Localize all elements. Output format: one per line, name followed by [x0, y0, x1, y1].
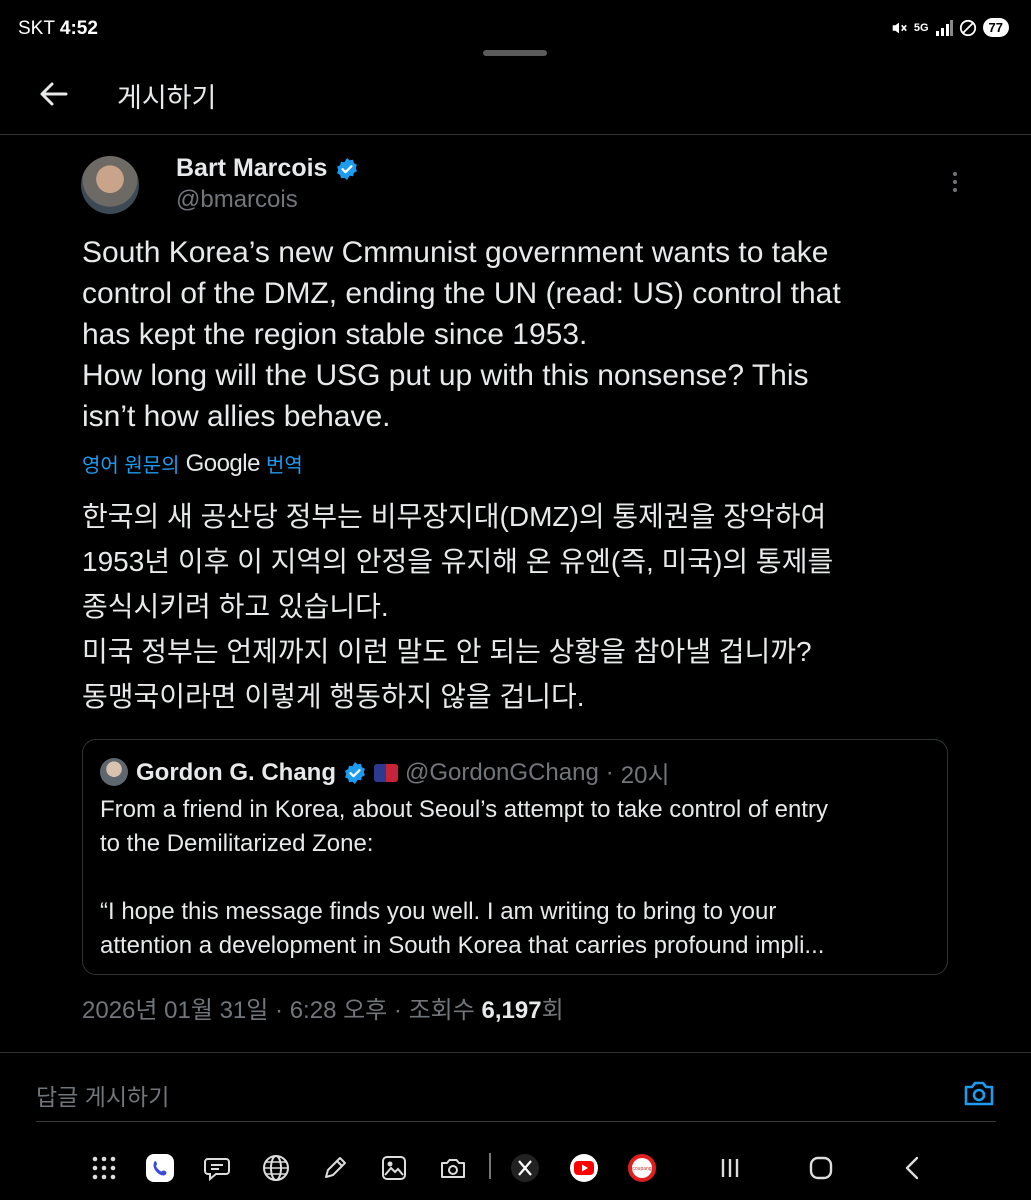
no-disturb-icon [959, 19, 976, 36]
drag-handle[interactable] [483, 50, 547, 56]
quote-text: From a friend in Korea, about Seoul’s at… [100, 793, 930, 963]
quote-text-line: “I hope this message finds you well. I a… [100, 898, 777, 925]
quote-author-avatar [100, 758, 128, 786]
divider [0, 1052, 1031, 1053]
signal-icon [935, 19, 953, 36]
messages-icon[interactable] [197, 1148, 237, 1188]
author-handle[interactable]: @bmarcois [176, 186, 298, 214]
apps-grid-icon[interactable] [84, 1148, 124, 1188]
verified-badge-icon [345, 761, 365, 784]
quote-text-line: attention a development in South Korea t… [100, 932, 825, 959]
quote-text-line [100, 861, 930, 895]
meta-separator: · [275, 997, 290, 1024]
taskbar: coupang [0, 1138, 1031, 1200]
top-app-bar: 게시하기 [0, 62, 1031, 135]
pen-icon[interactable] [315, 1148, 355, 1188]
translate-suffix: 번역 [265, 455, 303, 477]
reply-input[interactable]: 답글 게시하기 [36, 1078, 169, 1112]
quote-time: 20시 [620, 762, 670, 789]
meta-separator: · [393, 997, 409, 1024]
coupang-icon[interactable]: coupang [622, 1148, 662, 1188]
post-text-line: How long will the USG put up with this n… [82, 359, 809, 392]
author-avatar[interactable] [81, 156, 139, 214]
youtube-icon[interactable] [564, 1148, 604, 1188]
translate-prefix: 영어 원문의 [82, 455, 180, 477]
quote-header: Gordon G. Chang @GordonGChang · 20시 [136, 755, 670, 790]
views-suffix: 회 [541, 997, 564, 1024]
network-label: 5G [913, 21, 929, 34]
back-arrow-icon[interactable] [36, 76, 72, 112]
carrier-label: SKT [18, 18, 55, 39]
translation-attribution[interactable]: 영어 원문의 Google 번역 [82, 449, 303, 478]
more-options-icon[interactable] [946, 170, 964, 194]
author-name-row[interactable]: Bart Marcois [176, 154, 359, 183]
back-nav-icon[interactable] [893, 1148, 933, 1188]
post-text-translated: 한국의 새 공산당 정부는 비무장지대(DMZ)의 통제권을 장악하여 1953… [82, 494, 962, 719]
mute-icon [892, 22, 907, 33]
verified-badge-icon [337, 157, 358, 180]
affiliation-badge-icon [373, 763, 398, 782]
translated-line: 한국의 새 공산당 정부는 비무장지대(DMZ)의 통제권을 장악하여 [82, 501, 827, 532]
views-count: 6,197 [481, 997, 542, 1024]
post-text-line: South Korea’s new Cmmunist government wa… [82, 236, 829, 269]
page-title: 게시하기 [117, 83, 217, 113]
coupang-label: coupang [632, 1166, 651, 1172]
quote-separator-dot: · [605, 758, 614, 786]
author-name[interactable]: Bart Marcois [176, 154, 327, 183]
quote-author-name: Gordon G. Chang [136, 758, 336, 786]
quote-text-line: to the Demilitarized Zone: [100, 830, 374, 857]
post-meta: 2026년 01월 31일 · 6:28 오후 · 조회수 6,197회 [82, 990, 564, 1025]
browser-icon[interactable] [256, 1148, 296, 1188]
phone-icon[interactable] [140, 1148, 180, 1188]
taskbar-divider [489, 1153, 491, 1179]
recents-icon[interactable] [710, 1148, 750, 1188]
gallery-icon[interactable] [374, 1148, 414, 1188]
reply-underline [36, 1121, 996, 1122]
reply-camera-icon[interactable] [962, 1076, 996, 1110]
post-text-line: has kept the region stable since 1953. [82, 318, 588, 351]
clock-label: 4:52 [59, 18, 98, 39]
translated-line: 종식시키려 하고 있습니다. [82, 591, 389, 622]
google-logo: Google [185, 449, 261, 477]
quote-author-handle: @GordonGChang [404, 758, 599, 786]
post-clock: 6:28 오후 [289, 997, 388, 1024]
views-label: 조회수 [408, 997, 475, 1024]
camera-icon[interactable] [433, 1148, 473, 1188]
status-icons: 5G 77 [890, 18, 1009, 37]
home-icon[interactable] [801, 1148, 841, 1188]
battery-icon: 77 [982, 18, 1009, 37]
quoted-post-card[interactable]: Gordon G. Chang @GordonGChang · 20시 From… [82, 739, 948, 975]
translated-line: 미국 정부는 언제까지 이런 말도 안 되는 상황을 참아낼 겁니까? [82, 636, 812, 667]
status-time: SKT 4:52 [18, 18, 98, 40]
x-icon[interactable] [505, 1148, 545, 1188]
quote-text-line: From a friend in Korea, about Seoul’s at… [100, 796, 828, 823]
post-date: 2026년 01월 31일 [82, 997, 269, 1024]
post-text-line: control of the DMZ, ending the UN (read:… [82, 277, 841, 310]
translated-line: 동맹국이라면 이렇게 행동하지 않을 겁니다. [82, 681, 585, 712]
post-text-original: South Korea’s new Cmmunist government wa… [82, 232, 942, 437]
post-text-line: isn’t how allies behave. [82, 400, 391, 433]
translated-line: 1953년 이후 이 지역의 안정을 유지해 온 유엔(즉, 미국)의 통제를 [82, 546, 834, 577]
